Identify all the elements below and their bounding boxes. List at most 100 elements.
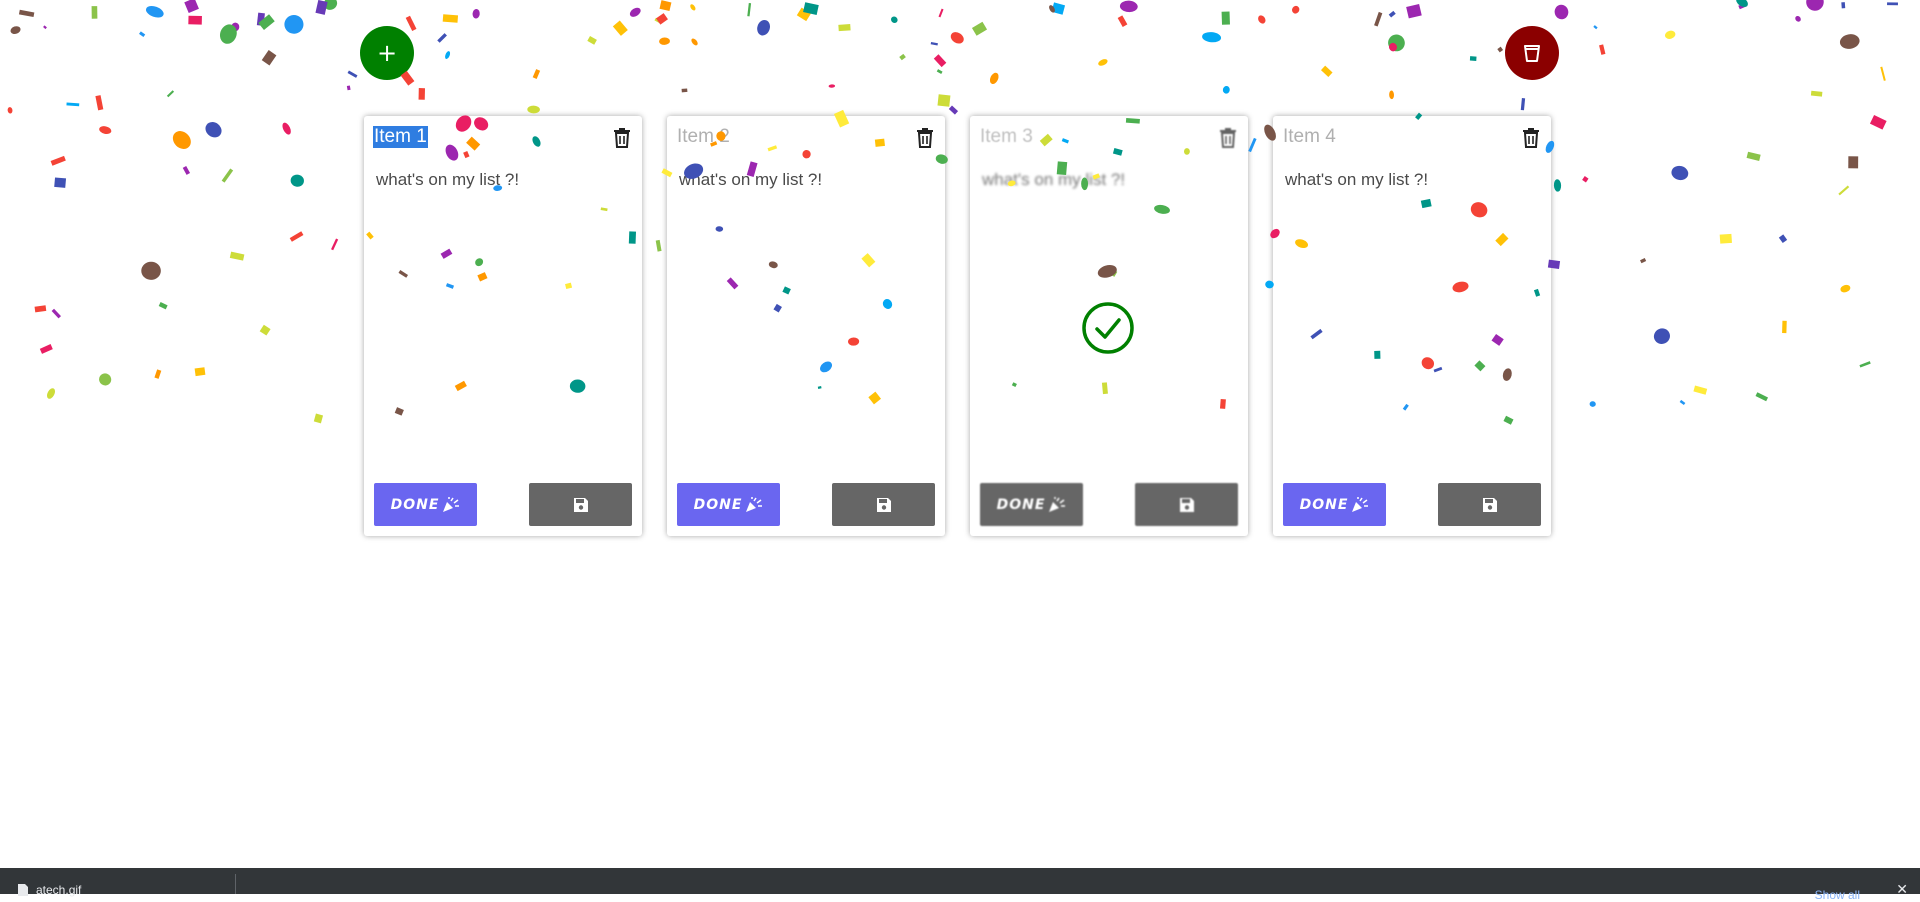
confetti-piece: [936, 69, 943, 74]
download-item[interactable]: atech.gif: [18, 883, 81, 897]
confetti-piece: [1221, 11, 1230, 25]
confetti-piece: [205, 122, 222, 138]
save-button[interactable]: [1135, 483, 1238, 526]
confetti-piece: [629, 7, 641, 17]
done-button[interactable]: DONE: [1283, 483, 1386, 526]
confetti-piece: [747, 2, 752, 17]
download-bar: atech.gif Show all ✕: [0, 868, 1920, 902]
party-popper-icon: [443, 496, 460, 512]
add-item-button[interactable]: +: [360, 26, 414, 80]
confetti-piece: [261, 50, 277, 66]
confetti-piece: [284, 15, 304, 34]
confetti-piece: [1049, 5, 1055, 13]
save-button[interactable]: [1438, 483, 1541, 526]
list-card: Item 4 what's on my list ?! DONE: [1273, 116, 1551, 536]
confetti-piece: [1469, 56, 1477, 61]
confetti-piece: [290, 174, 304, 187]
trash-icon[interactable]: [915, 126, 935, 148]
trash-icon[interactable]: [1521, 126, 1541, 148]
confetti-piece: [141, 261, 161, 280]
party-popper-icon: [746, 496, 763, 512]
confetti-piece: [587, 36, 597, 45]
confetti-piece: [930, 41, 938, 46]
party-popper-icon: [1049, 496, 1066, 512]
card-text[interactable]: what's on my list ?!: [376, 170, 519, 190]
check-circle-icon: [1082, 302, 1134, 354]
card-title[interactable]: Item 2: [677, 126, 730, 148]
confetti-piece: [527, 105, 540, 114]
confetti-piece: [282, 122, 291, 135]
confetti-piece: [1887, 2, 1898, 6]
confetti-piece: [1374, 11, 1383, 27]
confetti-piece: [659, 37, 670, 45]
confetti-piece: [1841, 2, 1846, 9]
confetti-piece: [1736, 0, 1748, 7]
confetti-piece: [66, 102, 80, 107]
done-button[interactable]: DONE: [677, 483, 780, 526]
download-filename: atech.gif: [36, 883, 82, 897]
confetti-piece: [757, 19, 770, 36]
trash-icon[interactable]: [1218, 126, 1238, 148]
confetti-piece: [229, 251, 245, 261]
confetti-piece: [315, 0, 328, 15]
confetti-piece: [95, 95, 104, 111]
delete-all-button[interactable]: [1505, 26, 1559, 80]
confetti-piece: [659, 0, 672, 11]
card-text[interactable]: what's on my list ?!: [679, 170, 822, 190]
close-icon[interactable]: ✕: [1896, 882, 1908, 898]
card-title[interactable]: Item 1: [373, 126, 428, 148]
confetti-piece: [1653, 328, 1670, 344]
confetti-piece: [91, 6, 98, 19]
trash-icon[interactable]: [612, 126, 632, 148]
confetti-piece: [34, 305, 47, 313]
confetti-piece: [99, 126, 112, 134]
divider: [235, 874, 236, 894]
done-button[interactable]: DONE: [980, 483, 1083, 526]
confetti-piece: [1869, 115, 1887, 130]
confetti-piece: [405, 15, 417, 31]
confetti-piece: [10, 26, 21, 34]
done-button[interactable]: DONE: [374, 483, 477, 526]
confetti-piece: [46, 388, 56, 399]
confetti-piece: [1292, 5, 1300, 14]
show-all-link[interactable]: Show all: [1815, 888, 1860, 902]
card-title[interactable]: Item 3: [980, 126, 1033, 148]
save-button[interactable]: [832, 483, 935, 526]
floppy-disk-icon: [1482, 497, 1497, 512]
confetti-piece: [938, 8, 944, 18]
save-button[interactable]: [529, 483, 632, 526]
confetti-piece: [1880, 66, 1886, 81]
confetti-piece: [656, 13, 668, 25]
confetti-piece: [1051, 2, 1066, 15]
confetti-piece: [1098, 59, 1108, 66]
card-text[interactable]: what's on my list ?!: [1285, 170, 1428, 190]
confetti-piece: [51, 308, 61, 319]
confetti-piece: [1848, 156, 1859, 169]
confetti-piece: [166, 90, 175, 98]
confetti-piece: [612, 20, 628, 36]
card-title[interactable]: Item 4: [1283, 126, 1336, 148]
list-card: Item 1 what's on my list ?! DONE: [364, 116, 642, 536]
confetti-piece: [256, 12, 265, 26]
confetti-piece: [99, 373, 112, 386]
confetti-piece: [158, 302, 168, 310]
confetti-piece: [1258, 15, 1266, 24]
confetti-piece: [1582, 176, 1589, 183]
confetti-piece: [1553, 179, 1562, 192]
confetti-piece: [803, 2, 819, 15]
confetti-piece: [442, 14, 459, 23]
confetti-piece: [146, 6, 164, 18]
confetti-piece: [1806, 0, 1824, 11]
confetti-piece: [219, 24, 237, 44]
confetti-piece: [681, 88, 688, 93]
bucket-icon: [1524, 45, 1540, 62]
confetti-piece: [796, 7, 811, 22]
confetti-piece: [194, 367, 206, 377]
confetti-piece: [437, 33, 447, 43]
card-text[interactable]: what's on my list ?!: [982, 170, 1125, 190]
confetti-piece: [1719, 233, 1732, 244]
confetti-piece: [1840, 284, 1851, 293]
confetti-piece: [1388, 34, 1405, 52]
confetti-piece: [1389, 90, 1395, 100]
confetti-piece: [221, 168, 234, 183]
